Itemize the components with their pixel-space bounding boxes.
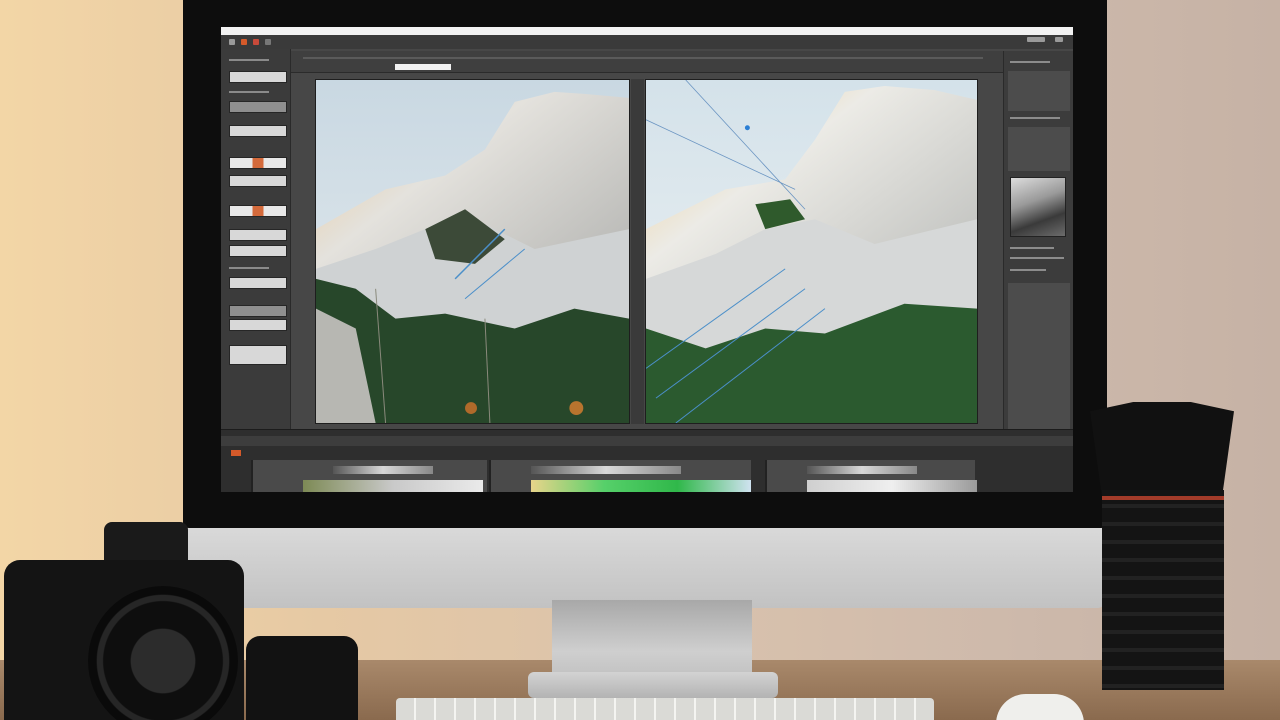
panel-toggle-button[interactable]: [1027, 37, 1045, 42]
preset-thumbnail[interactable]: [229, 71, 287, 83]
panel-label: [229, 59, 269, 61]
app-icon[interactable]: [229, 39, 235, 45]
preset-thumbnail[interactable]: [229, 345, 287, 365]
close-button[interactable]: [1055, 37, 1063, 42]
preset-thumbnail-selected[interactable]: [229, 157, 287, 169]
before-photo[interactable]: [315, 79, 630, 424]
split-divider[interactable]: [631, 79, 644, 424]
panel-label: [1010, 61, 1050, 63]
mountain-image: [316, 80, 629, 423]
filmstrip-frame[interactable]: [765, 460, 977, 492]
panel-label: [229, 91, 269, 93]
app-window: [221, 27, 1073, 492]
keyboard: [396, 698, 934, 720]
lens-barrel: [1102, 490, 1224, 690]
panel-label: [1010, 117, 1060, 119]
preset-thumbnail[interactable]: [229, 245, 287, 257]
preset-thumbnail[interactable]: [229, 305, 287, 317]
preset-thumbnail[interactable]: [229, 229, 287, 241]
preset-thumbnail[interactable]: [229, 277, 287, 289]
preset-thumbnail[interactable]: [229, 175, 287, 187]
toolbar-active-tab[interactable]: [395, 64, 451, 70]
toolbar-divider: [303, 57, 983, 59]
menu-icon[interactable]: [253, 39, 259, 45]
frame-thumbnail: [531, 480, 751, 492]
monitor-stand-base: [528, 672, 778, 698]
menu-bar: [221, 35, 1073, 49]
settings-icon[interactable]: [265, 39, 271, 45]
filmstrip: [221, 429, 1073, 492]
settings-panel: [1008, 283, 1070, 443]
panel-label: [1010, 247, 1054, 249]
left-panel: [221, 49, 291, 449]
after-photo[interactable]: [645, 79, 978, 424]
preset-thumbnail[interactable]: [229, 101, 287, 113]
frame-thumbnail: [303, 480, 483, 492]
panel-label: [1010, 257, 1064, 259]
lens-ring: [1102, 496, 1224, 500]
filmstrip-frame[interactable]: [489, 460, 751, 492]
panel-label: [229, 267, 269, 269]
frame-thumbnail: [807, 480, 977, 492]
preset-thumbnail[interactable]: [229, 125, 287, 137]
adjustment-panel: [1008, 127, 1070, 171]
histogram-panel: [1008, 71, 1070, 111]
monitor-chin: [183, 528, 1107, 608]
lens-cap: [246, 636, 358, 720]
flag-icon[interactable]: [231, 450, 241, 456]
window-controls: [1027, 37, 1063, 42]
lens-icon: [1090, 402, 1234, 494]
toolbar: [291, 51, 1003, 73]
preset-thumbnail[interactable]: [229, 319, 287, 331]
panel-label: [1010, 269, 1046, 271]
frame-thumbnail: [807, 466, 917, 474]
frame-thumbnail: [531, 466, 681, 474]
preset-thumbnail[interactable]: [229, 205, 287, 217]
frame-thumbnail: [333, 466, 433, 474]
title-bar: [221, 27, 1073, 35]
filmstrip-toolbar: [221, 436, 1073, 446]
filmstrip-frame[interactable]: [251, 460, 487, 492]
record-icon[interactable]: [241, 39, 247, 45]
right-panel: [1003, 51, 1073, 449]
mountain-image: [646, 80, 977, 423]
navigator-preview[interactable]: [1010, 177, 1066, 237]
